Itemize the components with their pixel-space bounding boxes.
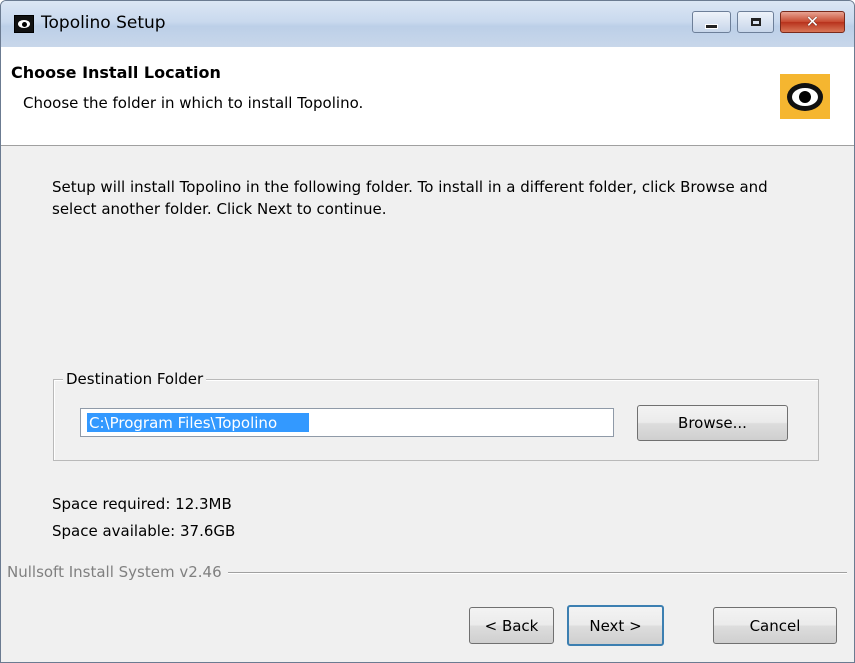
maximize-button[interactable] xyxy=(737,11,774,33)
page-title: Choose Install Location xyxy=(11,63,221,82)
destination-folder-label: Destination Folder xyxy=(63,370,207,388)
window-title: Topolino Setup xyxy=(41,13,166,33)
back-button[interactable]: < Back xyxy=(469,607,554,644)
minimize-icon xyxy=(705,23,718,29)
browse-button[interactable]: Browse... xyxy=(637,405,788,441)
space-available-text: Space available: 37.6GB xyxy=(52,522,236,540)
title-bar[interactable]: Topolino Setup ✕ xyxy=(1,1,854,47)
maximize-icon xyxy=(750,18,761,26)
branding-text: Nullsoft Install System v2.46 xyxy=(7,563,228,581)
instructions-text: Setup will install Topolino in the follo… xyxy=(52,178,768,218)
close-button[interactable]: ✕ xyxy=(780,11,845,33)
page-subtitle: Choose the folder in which to install To… xyxy=(23,94,364,112)
minimize-button[interactable] xyxy=(692,11,731,33)
page-header: Choose Install Location Choose the folde… xyxy=(1,47,854,146)
next-button[interactable]: Next > xyxy=(567,605,664,646)
close-icon: ✕ xyxy=(805,12,820,31)
eye-icon[interactable] xyxy=(14,15,34,33)
space-required-text: Space required: 12.3MB xyxy=(52,495,232,513)
cancel-button[interactable]: Cancel xyxy=(713,607,837,644)
eye-logo-icon xyxy=(780,74,830,119)
destination-path-field[interactable] xyxy=(80,408,614,437)
destination-path-input[interactable] xyxy=(87,413,309,432)
installer-window: Topolino Setup ✕ Choose Install Location… xyxy=(0,0,855,663)
